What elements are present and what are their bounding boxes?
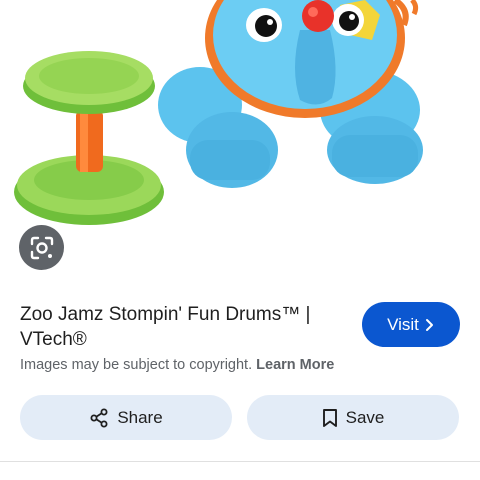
- share-icon: [89, 408, 109, 428]
- share-label: Share: [117, 407, 163, 427]
- copyright-notice: Images may be subject to copyright. Lear…: [20, 357, 334, 373]
- save-button[interactable]: Save: [247, 395, 459, 440]
- lens-search-icon: [29, 235, 55, 261]
- visit-button[interactable]: Visit: [362, 302, 460, 347]
- result-title[interactable]: Zoo Jamz Stompin' Fun Drums™ | VTech®: [20, 302, 350, 352]
- lens-button[interactable]: [19, 225, 64, 270]
- visit-label: Visit: [387, 314, 419, 334]
- copyright-text: Images may be subject to copyright.: [20, 357, 253, 373]
- product-image[interactable]: [0, 0, 480, 282]
- divider: [0, 461, 480, 462]
- save-label: Save: [345, 407, 385, 427]
- toy-drum-image: [14, 0, 423, 225]
- bookmark-icon: [322, 408, 338, 428]
- share-button[interactable]: Share: [20, 395, 232, 440]
- chevron-right-icon: [425, 318, 435, 332]
- learn-more-link[interactable]: Learn More: [256, 357, 334, 373]
